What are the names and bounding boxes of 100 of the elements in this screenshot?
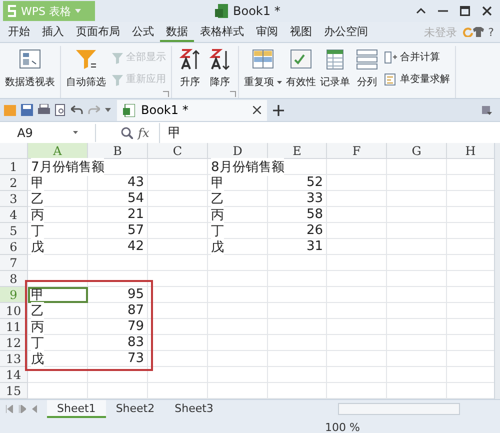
first-sheet-icon[interactable] — [6, 405, 13, 413]
sheet-tab[interactable]: Sheet2 — [106, 400, 165, 418]
empty-cell[interactable] — [268, 303, 327, 319]
column-header[interactable]: B — [88, 143, 148, 159]
ribbon-button[interactable]: 数据透视表 — [4, 46, 56, 90]
column-header[interactable]: D — [208, 143, 268, 159]
menu-tab[interactable]: 表格样式 — [194, 22, 250, 42]
printer-icon[interactable] — [38, 104, 50, 116]
empty-cell[interactable] — [387, 335, 447, 351]
empty-cell[interactable] — [148, 255, 208, 271]
selected-cell[interactable]: 甲 — [28, 287, 88, 303]
empty-cell[interactable] — [387, 191, 447, 207]
empty-cell[interactable] — [327, 319, 387, 335]
row-header[interactable]: 12 — [0, 335, 28, 351]
sheet-tab[interactable]: Sheet3 — [164, 400, 224, 418]
sheet-tab[interactable]: Sheet1 — [47, 400, 106, 418]
previous-sheet-icon[interactable] — [32, 405, 37, 413]
zoom-icon[interactable] — [121, 126, 133, 138]
select-all-corner[interactable] — [0, 143, 28, 159]
document-tab[interactable]: Book1 * — [117, 100, 267, 120]
empty-cell[interactable] — [148, 303, 208, 319]
empty-cell[interactable] — [208, 367, 268, 383]
empty-cell[interactable] — [148, 319, 208, 335]
empty-cell[interactable] — [208, 335, 268, 351]
row-header[interactable]: 8 — [0, 271, 28, 287]
empty-cell[interactable] — [88, 367, 148, 383]
redo-icon[interactable] — [88, 105, 100, 115]
empty-cell[interactable] — [148, 367, 208, 383]
table-cell[interactable]: 79 — [88, 319, 148, 335]
ribbon-button[interactable]: 重复项 — [243, 46, 283, 90]
column-header[interactable]: F — [327, 143, 387, 159]
menu-tab[interactable]: 办公空间 — [318, 22, 374, 42]
empty-cell[interactable] — [387, 351, 447, 367]
empty-cell[interactable] — [208, 351, 268, 367]
empty-cell[interactable] — [208, 271, 268, 287]
ribbon-button[interactable]: 自动筛选 — [65, 46, 107, 90]
empty-cell[interactable] — [387, 287, 447, 303]
next-sheet-icon[interactable] — [19, 405, 26, 413]
empty-cell[interactable] — [268, 255, 327, 271]
close-icon[interactable] — [482, 6, 492, 16]
empty-cell[interactable] — [268, 319, 327, 335]
column-header[interactable]: H — [447, 143, 494, 159]
empty-cell[interactable] — [387, 367, 447, 383]
empty-cell[interactable] — [387, 271, 447, 287]
vertical-scrollbar[interactable] — [494, 143, 500, 399]
empty-cell[interactable] — [327, 239, 387, 255]
new-tab-icon[interactable] — [273, 104, 284, 116]
column-header[interactable]: C — [148, 143, 208, 159]
empty-cell[interactable] — [148, 239, 208, 255]
empty-cell[interactable] — [327, 287, 387, 303]
table-cell[interactable]: 戊 — [208, 239, 268, 255]
empty-cell[interactable] — [387, 159, 447, 175]
row-header[interactable]: 6 — [0, 239, 28, 255]
empty-cell[interactable] — [268, 367, 327, 383]
empty-cell[interactable] — [327, 255, 387, 271]
table-cell[interactable]: 58 — [268, 207, 327, 223]
empty-cell[interactable] — [327, 367, 387, 383]
row-header[interactable]: 14 — [0, 367, 28, 383]
empty-cell[interactable] — [327, 191, 387, 207]
save-icon[interactable] — [21, 104, 33, 116]
table-cell[interactable]: 21 — [88, 207, 148, 223]
menu-tab[interactable]: 插入 — [36, 22, 70, 42]
menu-tab[interactable]: 公式 — [126, 22, 160, 42]
row-header[interactable]: 3 — [0, 191, 28, 207]
empty-cell[interactable] — [327, 175, 387, 191]
row-header[interactable]: 2 — [0, 175, 28, 191]
empty-cell[interactable] — [148, 223, 208, 239]
ribbon-button[interactable]: 升序 — [176, 46, 204, 90]
empty-cell[interactable] — [208, 287, 268, 303]
print-preview-icon[interactable] — [55, 104, 66, 116]
empty-cell[interactable] — [268, 271, 327, 287]
menu-tab[interactable]: 开始 — [2, 22, 36, 42]
close-icon[interactable] — [253, 106, 261, 114]
shirt-icon[interactable] — [473, 27, 484, 37]
empty-cell[interactable] — [387, 303, 447, 319]
undo-icon[interactable] — [71, 105, 83, 115]
empty-cell[interactable] — [148, 335, 208, 351]
collapse-ribbon-icon[interactable] — [416, 6, 426, 16]
insert-function-button[interactable]: fx — [138, 126, 150, 140]
row-header[interactable]: 13 — [0, 351, 28, 367]
row-header[interactable]: 7 — [0, 255, 28, 271]
menu-tab[interactable]: 审阅 — [250, 22, 284, 42]
empty-cell[interactable] — [327, 271, 387, 287]
row-header[interactable]: 15 — [0, 383, 28, 399]
empty-cell[interactable] — [387, 207, 447, 223]
empty-cell[interactable] — [387, 239, 447, 255]
row-header[interactable]: 11 — [0, 319, 28, 335]
dialog-launcher-icon[interactable] — [230, 91, 236, 97]
table-cell[interactable]: 戊 — [28, 239, 88, 255]
horizontal-scrollbar[interactable] — [338, 403, 460, 415]
row-header[interactable]: 1 — [0, 159, 28, 175]
empty-cell[interactable] — [148, 287, 208, 303]
table-cell[interactable]: 丁 — [28, 223, 88, 239]
empty-cell[interactable] — [148, 175, 208, 191]
table-cell[interactable]: 26 — [268, 223, 327, 239]
empty-cell[interactable] — [268, 351, 327, 367]
table-cell[interactable]: 73 — [88, 351, 148, 367]
row-header[interactable]: 4 — [0, 207, 28, 223]
ribbon-button[interactable]: 单变量求解 — [383, 71, 451, 87]
menu-tab[interactable]: 页面布局 — [70, 22, 126, 42]
